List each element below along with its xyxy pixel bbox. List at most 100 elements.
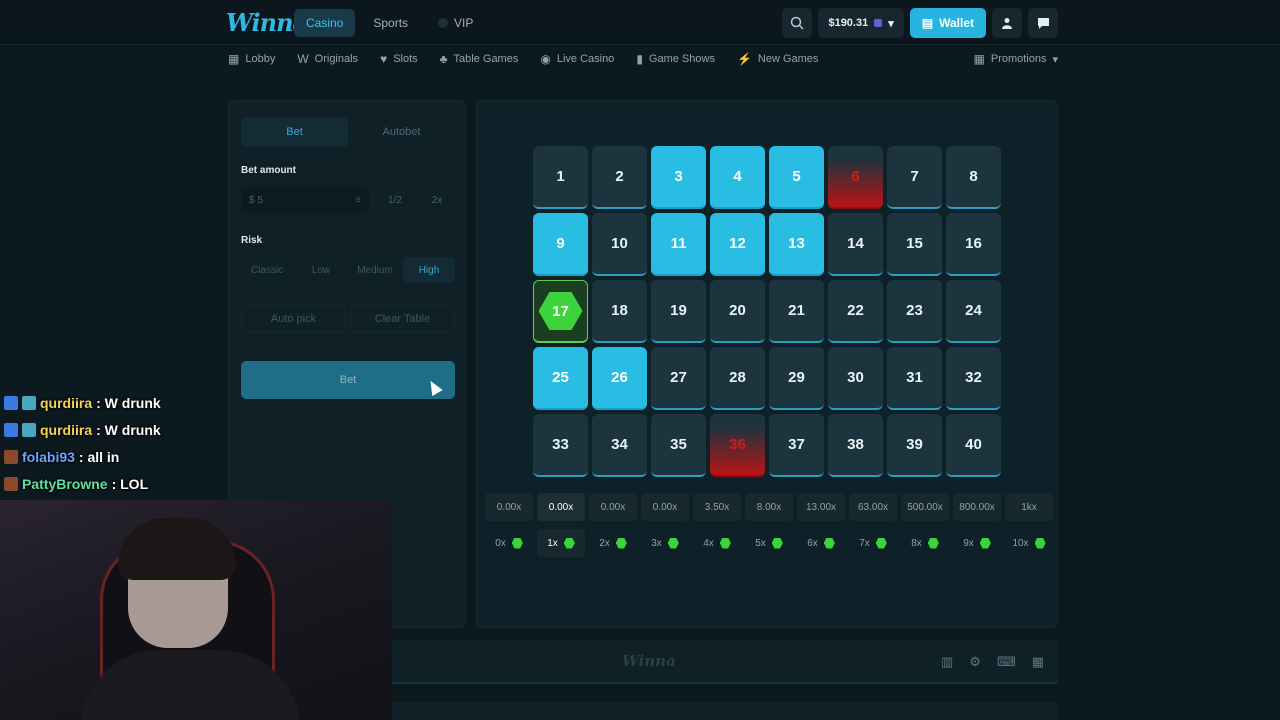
header-actions: $190.31 ▾ ▤ Wallet xyxy=(782,8,1058,38)
keno-tile[interactable]: 5 xyxy=(769,146,824,209)
keno-tile[interactable]: 30 xyxy=(828,347,883,410)
hit-count-row: 0x 1x 2x 3x 4x 5x 6x 7x 8x 9x 10x xyxy=(485,529,1053,557)
hit-count: 0x xyxy=(485,529,533,557)
hit-count: 7x xyxy=(849,529,897,557)
gem-icon xyxy=(667,537,679,549)
risk-classic[interactable]: Classic xyxy=(241,257,293,283)
risk-high[interactable]: High xyxy=(403,257,455,283)
keyboard-icon[interactable]: ⌨ xyxy=(997,654,1016,670)
keno-tile[interactable]: 40 xyxy=(946,414,1001,477)
nav-game-shows[interactable]: ▮ Game Shows xyxy=(636,52,715,66)
keno-tile[interactable]: 16 xyxy=(946,213,1001,276)
hit-count-label: 7x xyxy=(859,537,870,549)
tab-casino[interactable]: Casino xyxy=(294,9,356,37)
keno-tile[interactable]: 19 xyxy=(651,280,706,343)
keno-tile[interactable]: 10 xyxy=(592,213,647,276)
auto-pick-button[interactable]: Auto pick xyxy=(241,305,346,333)
chat-badge-icon xyxy=(22,422,36,437)
keno-tile[interactable]: 17 xyxy=(533,280,588,343)
hit-count-label: 2x xyxy=(599,537,610,549)
risk-selector: Classic Low Medium High xyxy=(241,257,455,283)
chat-message: qurdiira : W drunk xyxy=(4,389,161,416)
keno-tile[interactable]: 36 xyxy=(710,414,765,477)
tab-sports[interactable]: Sports xyxy=(361,9,420,37)
keno-tile[interactable]: 39 xyxy=(887,414,942,477)
keno-tile[interactable]: 29 xyxy=(769,347,824,410)
chat-bubble-icon xyxy=(1037,17,1049,29)
nav-slots[interactable]: ♥ Slots xyxy=(380,52,418,66)
bet-button[interactable]: Bet xyxy=(241,361,455,399)
nav-live-casino-label: Live Casino xyxy=(556,53,615,65)
search-button[interactable] xyxy=(782,8,813,38)
streamer-hair xyxy=(118,518,236,580)
tab-autobet[interactable]: Autobet xyxy=(348,117,455,147)
keno-tile[interactable]: 31 xyxy=(887,347,942,410)
keno-tile[interactable]: 18 xyxy=(592,280,647,343)
risk-low[interactable]: Low xyxy=(295,257,347,283)
keno-tile[interactable]: 37 xyxy=(769,414,824,477)
double-bet-button[interactable]: 2x xyxy=(419,187,455,213)
nav-new-games[interactable]: ⚡ New Games xyxy=(737,52,818,66)
mic-icon: ▮ xyxy=(636,52,643,66)
nav-lobby-label: Lobby xyxy=(245,53,276,65)
keno-tile[interactable]: 25 xyxy=(533,347,588,410)
keno-tile[interactable]: 14 xyxy=(828,213,883,276)
tab-vip[interactable]: VIP xyxy=(426,9,485,37)
chat-username: PattyBrowne xyxy=(22,475,108,492)
keno-tile[interactable]: 35 xyxy=(651,414,706,477)
keno-tile[interactable]: 3 xyxy=(651,146,706,209)
chat-username: qurdiira xyxy=(40,394,93,411)
keno-tile[interactable]: 7 xyxy=(887,146,942,209)
keno-tile[interactable]: 12 xyxy=(710,213,765,276)
hit-count-label: 3x xyxy=(651,537,662,549)
keno-tile[interactable]: 6 xyxy=(828,146,883,209)
keno-tile[interactable]: 8 xyxy=(946,146,1001,209)
chat-message: qurdiira : W drunk xyxy=(4,416,161,443)
keno-tile[interactable]: 4 xyxy=(710,146,765,209)
keno-tile[interactable]: 2 xyxy=(592,146,647,209)
profile-button[interactable] xyxy=(992,8,1022,38)
payout-multiplier: 0.00x xyxy=(589,493,637,521)
nav-lobby[interactable]: ▦ Lobby xyxy=(228,52,275,66)
keno-tile[interactable]: 21 xyxy=(769,280,824,343)
payout-multiplier: 0.00x xyxy=(485,493,533,521)
keno-tile[interactable]: 15 xyxy=(887,213,942,276)
keno-tile[interactable]: 23 xyxy=(887,280,942,343)
gem-icon xyxy=(979,537,991,549)
nav-table-games[interactable]: ♣ Table Games xyxy=(440,52,519,66)
keno-tile[interactable]: 26 xyxy=(592,347,647,410)
webcam-overlay xyxy=(0,500,392,720)
keno-tile[interactable]: 24 xyxy=(946,280,1001,343)
hit-count: 8x xyxy=(901,529,949,557)
nav-originals[interactable]: W Originals xyxy=(297,52,358,66)
keno-tile[interactable]: 13 xyxy=(769,213,824,276)
nav-live-casino[interactable]: ◉ Live Casino xyxy=(540,52,614,66)
keno-tile[interactable]: 20 xyxy=(710,280,765,343)
keno-tile[interactable]: 11 xyxy=(651,213,706,276)
grid-icon: ▦ xyxy=(973,52,985,66)
keno-tile[interactable]: 9 xyxy=(533,213,588,276)
hit-count: 5x xyxy=(745,529,793,557)
balance-dropdown[interactable]: $190.31 ▾ xyxy=(818,8,904,38)
settings-icon[interactable]: ⚙ xyxy=(969,654,981,670)
hit-count: 9x xyxy=(953,529,1001,557)
clear-table-button[interactable]: Clear Table xyxy=(350,305,455,333)
layout-icon[interactable]: ▦ xyxy=(1032,654,1044,670)
risk-medium[interactable]: Medium xyxy=(349,257,401,283)
keno-tile[interactable]: 22 xyxy=(828,280,883,343)
tab-bet[interactable]: Bet xyxy=(241,117,348,147)
keno-tile[interactable]: 33 xyxy=(533,414,588,477)
bet-amount-input[interactable]: $ 5 ≡ xyxy=(241,187,369,213)
keno-tile[interactable]: 28 xyxy=(710,347,765,410)
half-bet-button[interactable]: 1/2 xyxy=(377,187,413,213)
stats-icon[interactable]: ▥ xyxy=(941,654,953,670)
wallet-button[interactable]: ▤ Wallet xyxy=(909,8,986,38)
chat-button[interactable] xyxy=(1028,8,1058,38)
keno-tile[interactable]: 34 xyxy=(592,414,647,477)
keno-tile[interactable]: 1 xyxy=(533,146,588,209)
keno-tile[interactable]: 32 xyxy=(946,347,1001,410)
keno-tile[interactable]: 27 xyxy=(651,347,706,410)
payout-row: 0.00x 0.00x 0.00x 0.00x 3.50x 8.00x 13.00x 63.0… xyxy=(485,493,1053,521)
keno-tile[interactable]: 38 xyxy=(828,414,883,477)
nav-promotions[interactable]: ▦ Promotions ▾ xyxy=(973,52,1058,66)
